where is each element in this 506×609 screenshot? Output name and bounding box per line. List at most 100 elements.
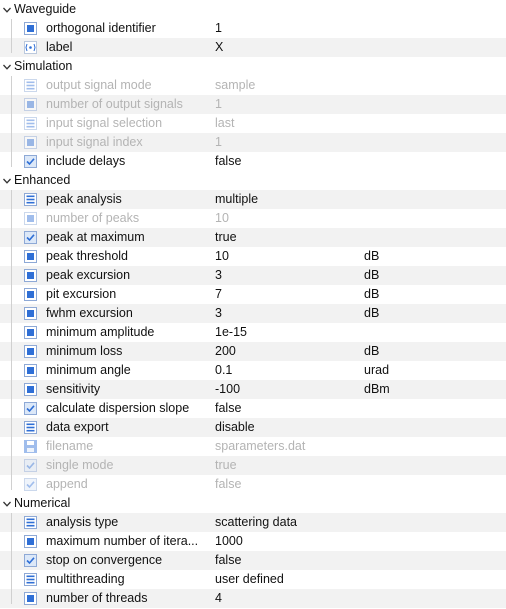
chevron-down-icon[interactable] [2,175,12,185]
property-value[interactable]: scattering data [215,514,297,531]
property-value[interactable]: -100 [215,381,240,398]
property-value[interactable]: 1 [215,20,222,37]
property-row[interactable]: maximum number of itera... 1000 [0,532,506,551]
property-name: peak threshold [46,249,129,263]
chevron-down-icon[interactable] [2,61,12,71]
property-row[interactable]: peak excursion 3 dB [0,266,506,285]
property-unit: dB [364,344,380,358]
property-value[interactable]: 200 [215,343,236,360]
checkbox-icon [24,459,37,472]
property-row[interactable]: pit excursion 7 dB [0,285,506,304]
property-value[interactable]: X [215,39,223,56]
property-value[interactable]: disable [215,419,255,436]
property-name: minimum loss [46,344,123,358]
property-name: peak excursion [46,268,131,282]
property-value[interactable]: false [215,400,241,417]
property-row[interactable]: data export disable [0,418,506,437]
property-name: multithreading [46,572,125,586]
property-row[interactable]: append false [0,475,506,494]
property-row[interactable]: number of output signals 1 [0,95,506,114]
choice-icon [24,516,37,529]
property-name: maximum number of itera... [46,534,199,548]
property-value: 1 [215,97,222,111]
property-row[interactable]: peak threshold 10 dB [0,247,506,266]
property-name: peak analysis [46,192,122,206]
property-unit: urad [364,363,390,377]
property-value[interactable]: 10 [215,248,229,265]
property-row[interactable]: analysis type scattering data [0,513,506,532]
property-row[interactable]: minimum loss 200 dB [0,342,506,361]
property-value[interactable]: 3 [215,305,222,322]
property-name: calculate dispersion slope [46,401,190,415]
property-name: single mode [46,458,114,472]
property-value: true [215,458,237,472]
property-value[interactable]: false [215,153,241,170]
property-value[interactable]: 0.1 [215,362,232,379]
group-title: Simulation [14,59,73,73]
group-header-simulation[interactable]: Simulation [0,57,506,76]
property-row[interactable]: input signal index 1 [0,133,506,152]
property-row[interactable]: peak analysis multiple [0,190,506,209]
property-row[interactable]: calculate dispersion slope false [0,399,506,418]
property-value: sparameters.dat [215,439,306,453]
number-icon [24,288,37,301]
property-value[interactable]: 4 [215,590,222,607]
property-value[interactable]: false [215,552,241,569]
label-icon [24,41,37,54]
property-name: sensitivity [46,382,101,396]
group-header-numerical[interactable]: Numerical [0,494,506,513]
choice-icon [24,421,37,434]
property-value[interactable]: multiple [215,191,258,208]
property-row[interactable]: label X [0,38,506,57]
property-row[interactable]: peak at maximum true [0,228,506,247]
property-value[interactable]: 7 [215,286,222,303]
checkbox-icon [24,402,37,415]
property-name: label [46,40,73,54]
property-row[interactable]: orthogonal identifier 1 [0,19,506,38]
tree-guide-line [11,19,12,53]
property-value[interactable]: 3 [215,267,222,284]
property-name: number of threads [46,591,148,605]
property-row[interactable]: include delays false [0,152,506,171]
property-name: number of peaks [46,211,140,225]
property-row[interactable]: sensitivity -100 dBm [0,380,506,399]
property-name: output signal mode [46,78,152,92]
property-name: fwhm excursion [46,306,133,320]
property-row[interactable]: input signal selection last [0,114,506,133]
choice-icon [24,193,37,206]
property-name: data export [46,420,109,434]
property-name: input signal selection [46,116,163,130]
number-icon [24,212,37,225]
property-name: number of output signals [46,97,183,111]
property-name: stop on convergence [46,553,163,567]
property-value: last [215,116,235,130]
choice-icon [24,79,37,92]
property-row[interactable]: single mode true [0,456,506,475]
property-value[interactable]: user defined [215,571,284,588]
property-value[interactable]: 1000 [215,533,243,550]
property-row[interactable]: output signal mode sample [0,76,506,95]
property-value: 1 [215,135,222,149]
property-row[interactable]: filename sparameters.dat [0,437,506,456]
property-row[interactable]: minimum angle 0.1 urad [0,361,506,380]
chevron-down-icon[interactable] [2,4,12,14]
property-row[interactable]: multithreading user defined [0,570,506,589]
property-value: false [215,477,242,491]
property-row[interactable]: stop on convergence false [0,551,506,570]
group-title: Waveguide [14,2,77,16]
group-header-enhanced[interactable]: Enhanced [0,171,506,190]
property-row[interactable]: fwhm excursion 3 dB [0,304,506,323]
property-value[interactable]: 1e-15 [215,324,247,341]
choice-icon [24,573,37,586]
property-name: minimum angle [46,363,131,377]
property-row[interactable]: number of threads 4 [0,589,506,608]
property-value[interactable]: true [215,229,237,246]
number-icon [24,250,37,263]
property-name: peak at maximum [46,230,145,244]
property-row[interactable]: minimum amplitude 1e-15 [0,323,506,342]
group-header-waveguide[interactable]: Waveguide [0,0,506,19]
tree-guide-line [11,76,12,167]
checkbox-icon [24,478,37,491]
chevron-down-icon[interactable] [2,498,12,508]
property-row[interactable]: number of peaks 10 [0,209,506,228]
